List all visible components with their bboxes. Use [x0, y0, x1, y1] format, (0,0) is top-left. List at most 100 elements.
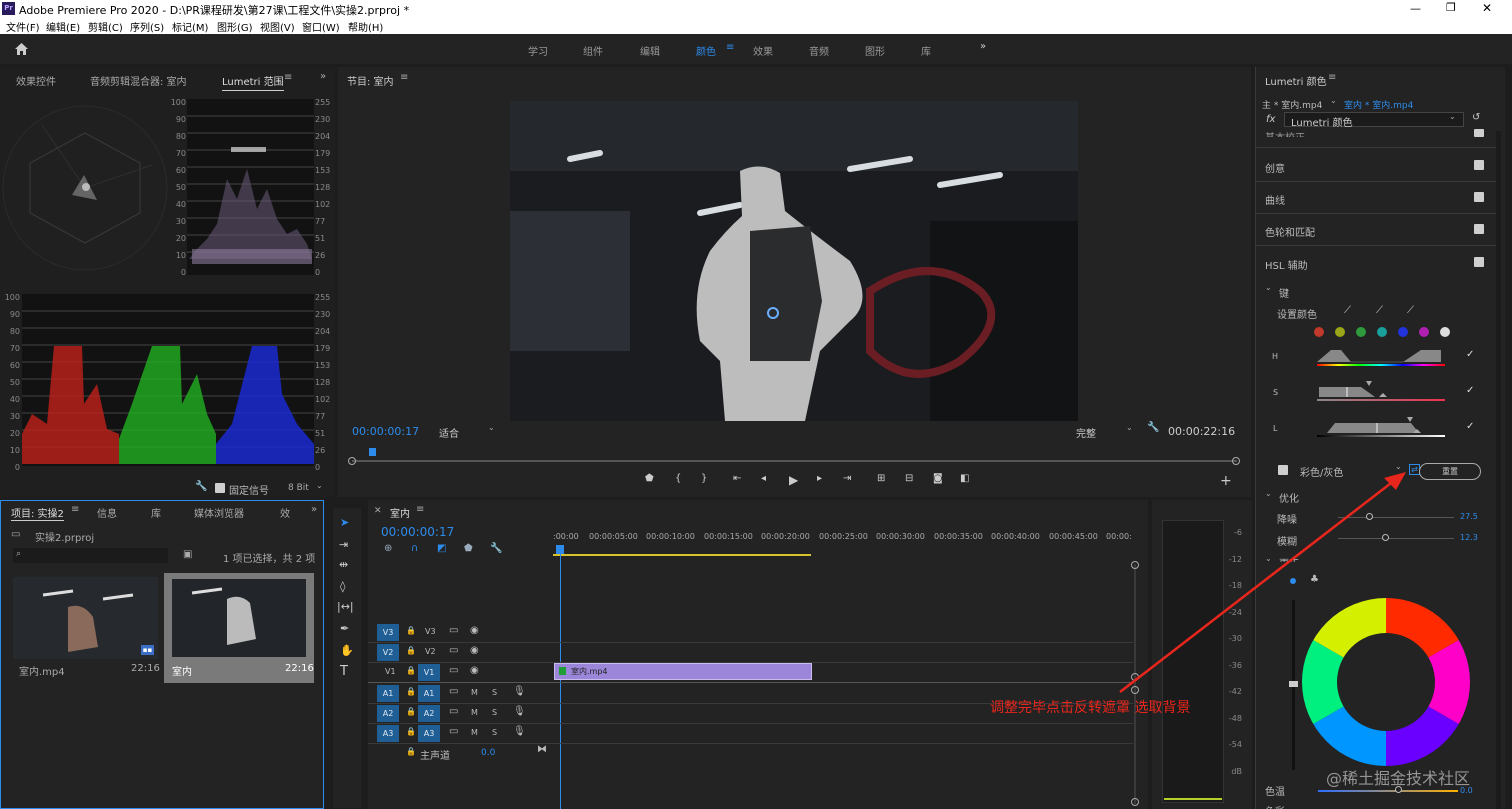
mute-button[interactable]: M — [471, 708, 478, 717]
razor-tool-icon[interactable]: ◊ — [340, 580, 345, 593]
workspace-overflow-icon[interactable]: » — [980, 41, 986, 52]
scrubber-end-handle[interactable] — [1232, 457, 1240, 465]
swatch-blue[interactable] — [1398, 327, 1408, 337]
step-back-icon[interactable]: ◂ — [761, 473, 766, 484]
sync-lock-icon[interactable]: ▭ — [449, 665, 458, 676]
eye-icon[interactable]: ◉ — [470, 645, 479, 656]
swatch-green[interactable] — [1356, 327, 1366, 337]
tab-libraries[interactable]: 库 — [151, 505, 161, 520]
eyedropper-subtract-icon[interactable]: ⟋ — [1407, 305, 1414, 316]
video-clip[interactable]: 室内.mp4 — [554, 663, 812, 680]
scroll-handle-bottom[interactable] — [1131, 798, 1139, 806]
home-icon[interactable] — [14, 42, 29, 56]
nest-icon[interactable]: ⊕ — [384, 543, 392, 554]
track-target-a3[interactable]: A3 — [418, 725, 440, 742]
section-creative-checkbox[interactable] — [1474, 160, 1484, 170]
bit-depth-select[interactable]: 8 Bit — [288, 483, 309, 493]
quality-select[interactable]: 完整 — [1076, 425, 1096, 440]
track-target-a1[interactable]: A1 — [418, 685, 440, 702]
tab-project[interactable]: 项目: 实操2 — [11, 505, 64, 521]
track-target-v1[interactable]: V1 — [418, 664, 440, 681]
timeline-playhead-handle[interactable] — [556, 545, 564, 554]
mute-button[interactable]: M — [471, 688, 478, 697]
hue-range-slider[interactable] — [1311, 348, 1451, 368]
compare-view-icon[interactable]: ◧ — [960, 473, 969, 484]
swatch-magenta[interactable] — [1419, 327, 1429, 337]
tab-media-browser[interactable]: 媒体浏览器 — [194, 505, 244, 520]
sync-lock-icon[interactable]: ▭ — [449, 706, 458, 717]
lock-icon[interactable]: 🔒 — [406, 626, 416, 635]
temperature-slider[interactable] — [1318, 790, 1458, 792]
track-target-a2[interactable]: A2 — [418, 705, 440, 722]
swatch-yellow[interactable] — [1335, 327, 1345, 337]
maximize-icon[interactable]: ❐ — [1446, 1, 1456, 14]
snap-icon[interactable]: ∩ — [411, 543, 418, 554]
workspace-audio[interactable]: 音频 — [809, 43, 829, 58]
menu-view[interactable]: 视图(V) — [260, 19, 295, 34]
timeline-settings-icon[interactable]: 🔧 — [490, 543, 502, 554]
lock-icon[interactable]: 🔒 — [406, 666, 416, 675]
play-icon[interactable]: ▶ — [789, 473, 798, 487]
master-output-icon[interactable]: ⧓ — [537, 744, 547, 755]
program-timecode[interactable]: 00:00:00:17 — [352, 425, 419, 438]
slip-tool-icon[interactable]: |↔| — [337, 600, 354, 613]
section-creative[interactable]: 创意 — [1265, 160, 1285, 175]
linked-selection-icon[interactable]: ◩ — [437, 543, 446, 554]
menu-window[interactable]: 窗口(W) — [302, 19, 340, 34]
luminance-check-icon[interactable]: ✓ — [1466, 421, 1474, 432]
section-color-wheels-checkbox[interactable] — [1474, 224, 1484, 234]
playback-scrubber[interactable] — [352, 460, 1237, 462]
tab-effects[interactable]: 效 — [280, 505, 290, 520]
panel-overflow-icon[interactable]: » — [320, 71, 326, 82]
lock-icon[interactable]: 🔒 — [406, 687, 416, 696]
swatch-red[interactable] — [1314, 327, 1324, 337]
tab-lumetri-scopes[interactable]: Lumetri 范围 — [222, 73, 284, 91]
workspace-effects[interactable]: 效果 — [753, 43, 773, 58]
solo-button[interactable]: S — [492, 728, 497, 737]
swatch-cyan[interactable] — [1377, 327, 1387, 337]
sync-lock-icon[interactable]: ▭ — [449, 645, 458, 656]
lock-icon[interactable]: 🔒 — [406, 727, 416, 736]
menu-graphics[interactable]: 图形(G) — [217, 19, 253, 34]
menu-sequence[interactable]: 序列(S) — [130, 19, 164, 34]
section-curves[interactable]: 曲线 — [1265, 192, 1285, 207]
eye-icon[interactable]: ◉ — [470, 665, 479, 676]
extract-icon[interactable]: ⊟ — [905, 473, 913, 484]
source-clip-select[interactable]: 主 * 室内.mp4 — [1262, 98, 1322, 111]
workspace-learn[interactable]: 学习 — [528, 43, 548, 58]
microphone-icon[interactable]: 🎙 — [513, 706, 526, 717]
minimize-icon[interactable]: — — [1410, 2, 1421, 15]
eye-icon[interactable]: ◉ — [470, 625, 479, 636]
section-hsl-checkbox[interactable] — [1474, 257, 1484, 267]
hand-tool-icon[interactable]: ✋ — [340, 644, 354, 657]
track-select-tool-icon[interactable]: ⇥ — [339, 538, 348, 551]
workspace-color[interactable]: 颜色 — [696, 43, 716, 58]
saturation-check-icon[interactable]: ✓ — [1466, 385, 1474, 396]
section-hsl-secondary[interactable]: HSL 辅助 — [1265, 257, 1308, 272]
mute-button[interactable]: M — [471, 728, 478, 737]
clamp-signal-checkbox[interactable] — [215, 483, 225, 493]
hue-check-icon[interactable]: ✓ — [1466, 349, 1474, 360]
effect-select[interactable]: Lumetri 颜色 ⌄ — [1284, 112, 1464, 129]
scrubber-start-handle[interactable] — [348, 457, 356, 465]
lock-icon[interactable]: 🔒 — [406, 747, 416, 756]
workspace-editing[interactable]: 编辑 — [640, 43, 660, 58]
panel-menu-icon[interactable]: ≡ — [400, 72, 408, 83]
section-color-wheels[interactable]: 色轮和匹配 — [1265, 224, 1315, 239]
panel-overflow-icon[interactable]: » — [311, 504, 317, 515]
master-volume-value[interactable]: 0.0 — [481, 748, 495, 758]
panel-menu-icon[interactable]: ≡ — [416, 504, 424, 515]
type-tool-icon[interactable]: T — [340, 664, 348, 679]
workspace-libraries[interactable]: 库 — [921, 43, 931, 58]
reset-effect-icon[interactable]: ↺ — [1472, 112, 1480, 123]
tab-info[interactable]: 信息 — [97, 505, 117, 520]
add-marker-icon[interactable]: ⬟ — [464, 543, 473, 554]
source-patch-v2[interactable]: V2 — [377, 644, 399, 661]
wrench-icon[interactable]: 🔧 — [195, 481, 207, 492]
panel-menu-icon[interactable]: ≡ — [1328, 72, 1336, 83]
menu-marker[interactable]: 标记(M) — [172, 19, 208, 34]
workspace-assembly[interactable]: 组件 — [583, 43, 603, 58]
section-basic-correction[interactable]: 基本校正 — [1265, 129, 1305, 137]
source-patch-a3[interactable]: A3 — [377, 725, 399, 742]
menu-edit[interactable]: 编辑(E) — [46, 19, 80, 34]
